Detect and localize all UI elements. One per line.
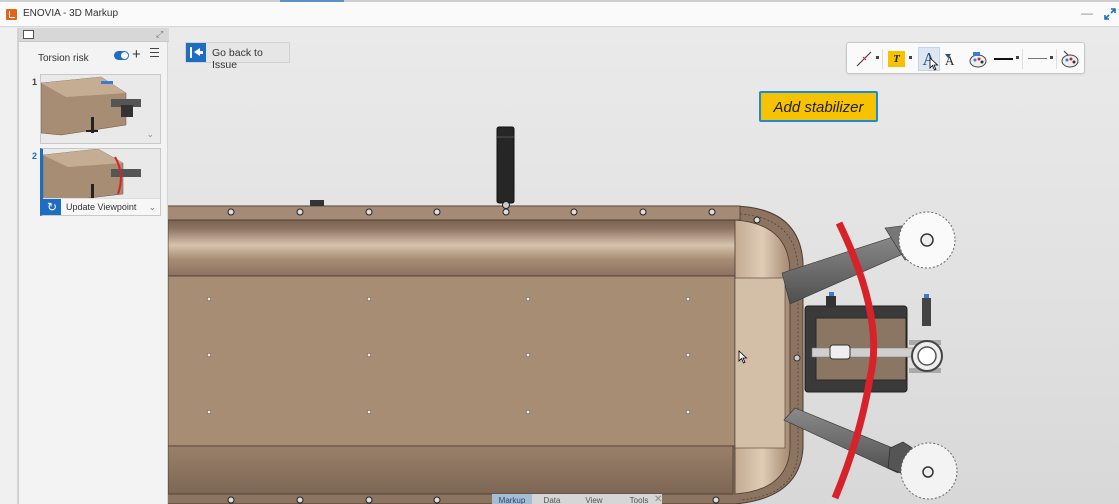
slide-thumbnail-active[interactable]: ↻ Update Viewpoint ⌄ bbox=[40, 148, 161, 216]
side-strip bbox=[0, 28, 18, 504]
panel-header: Torsion risk + bbox=[19, 42, 169, 72]
slide-thumbnail[interactable]: ⌄ bbox=[40, 74, 161, 144]
separator bbox=[1022, 49, 1023, 69]
palette-fill-icon[interactable] bbox=[968, 49, 988, 69]
update-viewpoint-button[interactable]: Update Viewpoint bbox=[66, 202, 136, 212]
separator bbox=[1056, 49, 1057, 69]
chevron-down-icon[interactable]: ⌄ bbox=[148, 202, 156, 213]
lower-panel bbox=[167, 445, 734, 495]
visibility-toggle[interactable] bbox=[114, 51, 129, 60]
callout-text: Add stabilizer bbox=[773, 99, 864, 116]
text-tool-dropdown[interactable] bbox=[909, 56, 912, 59]
close-icon[interactable]: ✕ bbox=[654, 494, 662, 504]
palette-icon[interactable] bbox=[1060, 49, 1080, 69]
line-thickness-dropdown[interactable] bbox=[1016, 56, 1019, 59]
tab-view[interactable]: View bbox=[572, 494, 616, 504]
line-thin-icon[interactable] bbox=[1028, 58, 1047, 59]
add-stabilizer-callout[interactable]: Add stabilizer bbox=[759, 91, 878, 122]
font-decrease-icon[interactable]: A bbox=[945, 49, 963, 69]
main-panel bbox=[167, 275, 736, 447]
expand-icon[interactable]: ⤢ bbox=[156, 29, 163, 40]
plus-icon[interactable]: + bbox=[132, 47, 141, 62]
tab-data[interactable]: Data bbox=[532, 494, 572, 504]
text-box-icon[interactable]: T bbox=[888, 51, 905, 67]
minimize-icon[interactable]: — bbox=[1081, 6, 1093, 20]
markup-toolbar: T A A bbox=[846, 42, 1085, 74]
markup-views-panel: ⤢ Torsion risk + 1 ⌄ 2 ↻ Update Viewpoin… bbox=[18, 28, 169, 504]
line-tool-dropdown[interactable] bbox=[876, 56, 879, 59]
update-viewpoint-bar: ↻ Update Viewpoint ⌄ bbox=[43, 198, 160, 215]
font-increase-icon[interactable]: A bbox=[918, 47, 940, 71]
app-logo-icon bbox=[6, 9, 17, 20]
upper-tube bbox=[167, 219, 741, 277]
go-back-to-issue-button[interactable]: Go back to Issue bbox=[185, 42, 290, 71]
monitor-icon[interactable] bbox=[23, 30, 34, 39]
vertical-handle bbox=[496, 126, 515, 204]
slide-number: 2 bbox=[32, 151, 38, 161]
thumbnail-image bbox=[41, 76, 141, 136]
refresh-icon[interactable]: ↻ bbox=[43, 199, 61, 215]
separator bbox=[882, 49, 883, 69]
arrow-to-left-bar-icon bbox=[186, 43, 206, 62]
restore-icon[interactable] bbox=[1104, 8, 1116, 20]
go-back-label: Go back to Issue bbox=[212, 47, 263, 71]
end-plate bbox=[734, 277, 786, 449]
app-title: ENOVIA - 3D Markup bbox=[23, 8, 119, 19]
panel-top-bar: ⤢ bbox=[19, 28, 169, 42]
3d-viewport[interactable]: ❮ ⤢ Torsion risk + 1 bbox=[0, 28, 1119, 504]
diagonal-line-icon[interactable] bbox=[855, 49, 873, 69]
line-style-dropdown[interactable] bbox=[1050, 56, 1053, 59]
title-bar: ENOVIA - 3D Markup — bbox=[0, 2, 1119, 27]
bottom-tab-bar: Markup Data View Tools bbox=[492, 494, 662, 504]
chevron-down-icon[interactable]: ⌄ bbox=[146, 129, 154, 140]
slide-number: 1 bbox=[32, 77, 38, 87]
tab-markup[interactable]: Markup bbox=[492, 494, 532, 504]
line-thick-icon[interactable] bbox=[994, 58, 1013, 60]
panel-title: Torsion risk bbox=[38, 53, 89, 64]
hamburger-icon[interactable] bbox=[150, 48, 159, 58]
